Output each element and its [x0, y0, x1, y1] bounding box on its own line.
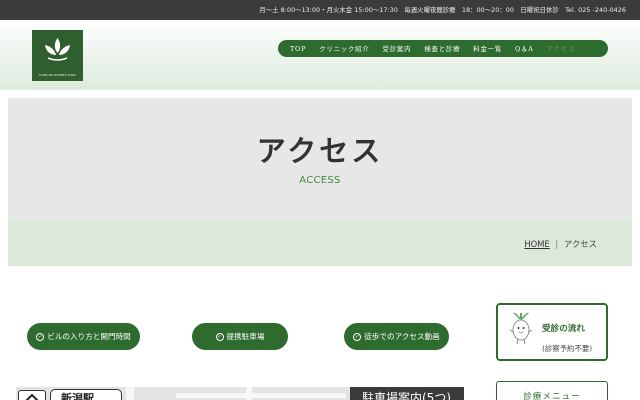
nav-clinic-intro[interactable]: クリニック紹介: [319, 44, 369, 53]
building-entry-label: ビルの入り方と開門時間: [47, 332, 131, 341]
map-road: [126, 387, 134, 400]
partner-parking-label: 提携駐車場: [226, 332, 265, 341]
breadcrumb-current: アクセス: [563, 239, 597, 249]
nav-visit-guide[interactable]: 受診案内: [383, 44, 412, 53]
station-symbol-icon: [18, 390, 46, 400]
treatment-menu-title: 診療メニュー: [523, 392, 581, 400]
walking-video-label: 徒歩でのアクセス動画: [364, 332, 440, 341]
nav-tests-treatment[interactable]: 検査と診療: [424, 44, 460, 53]
check-circle-icon: ✓: [36, 332, 45, 341]
site-header: ST.NIISUKE WOMEN'S CLINIC TOP クリニック紹介 受診…: [0, 20, 640, 90]
nav-qa[interactable]: Q＆A: [515, 44, 534, 53]
breadcrumb-separator: |: [555, 239, 559, 249]
main-navigation: TOP クリニック紹介 受診案内 検査と診療 料金一覧 Q＆A アクセス: [278, 40, 608, 57]
map-road: [246, 387, 252, 400]
clinic-logo[interactable]: ST.NIISUKE WOMEN'S CLINIC: [32, 30, 83, 81]
partner-parking-button[interactable]: ✓ 提携駐車場: [192, 323, 288, 350]
leaf-logo-icon: [45, 38, 70, 61]
train-logo-icon: [25, 393, 39, 400]
breadcrumb-home-link[interactable]: HOME: [524, 239, 549, 249]
check-circle-icon: ✓: [353, 332, 362, 341]
nav-top[interactable]: TOP: [290, 45, 306, 53]
page-hero: アクセス ACCESS HOME | アクセス: [8, 98, 632, 266]
building-entry-button[interactable]: ✓ ビルの入り方と開門時間: [27, 323, 140, 350]
walking-video-button[interactable]: ✓ 徒歩でのアクセス動画: [344, 323, 449, 350]
visit-flow-title: 受診の流れ: [542, 324, 585, 334]
visit-flow-card[interactable]: 受診の流れ (診察予約不要): [496, 303, 608, 361]
access-map-image: 新潟駅 駐車場案内(5つ): [16, 387, 464, 400]
logo-caption: ST.NIISUKE WOMEN'S CLINIC: [38, 74, 77, 77]
top-info-bar: 月～土 8:00～13:00・月火木金 15:00～17:30 毎週火曜夜間診療…: [0, 0, 640, 20]
visit-flow-subtitle: (診察予約不要): [542, 344, 593, 353]
page-title: アクセス: [256, 134, 384, 168]
map-road: [176, 393, 346, 398]
breadcrumb: HOME | アクセス: [524, 238, 597, 250]
radish-mascot-icon: [509, 312, 533, 345]
check-circle-icon: ✓: [215, 332, 224, 341]
parking-guide-banner: 駐車場案内(5つ): [350, 387, 464, 400]
station-name-sign: 新潟駅: [50, 389, 122, 400]
nav-access[interactable]: アクセス: [547, 44, 575, 53]
clinic-hours-text: 月～土 8:00～13:00・月火木金 15:00～17:30 毎週火曜夜間診療…: [259, 7, 626, 14]
treatment-menu-card[interactable]: 診療メニュー: [496, 381, 608, 400]
nav-fees[interactable]: 料金一覧: [473, 44, 502, 53]
page-subtitle: ACCESS: [299, 175, 341, 186]
